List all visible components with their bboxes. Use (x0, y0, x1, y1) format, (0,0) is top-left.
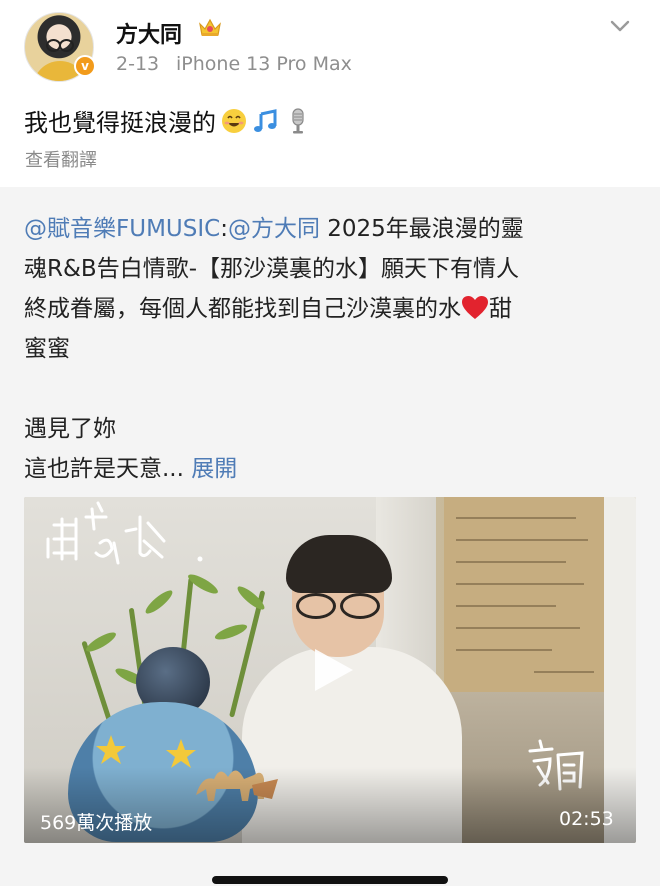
repost-text: @賦音樂FUMUSIC:@方大同 2025年最浪漫的靈 魂R&B告白情歌-【那沙… (24, 209, 636, 489)
username[interactable]: 方大同 (116, 17, 182, 49)
heart-icon (462, 296, 488, 319)
mention-author[interactable]: @方大同 (228, 216, 320, 242)
repost-line2: 魂R&B告白情歌-【那沙漠裏的水】願天下有情人 (24, 256, 519, 282)
handwriting-line (534, 671, 594, 673)
translate-link[interactable]: 查看翻譯 (25, 146, 97, 172)
video-person-glasses (296, 593, 380, 619)
home-indicator[interactable] (212, 876, 448, 884)
video-duration: 02:53 (559, 808, 614, 830)
expand-link[interactable]: 展開 (191, 456, 237, 482)
repost-line1: 2025年最浪漫的靈 (319, 216, 524, 242)
avatar-glasses (46, 39, 74, 52)
repost-line4: 蜜蜜 (24, 336, 70, 362)
repost-line6: 這也許是天意... (24, 456, 184, 482)
play-icon[interactable] (307, 645, 357, 695)
crown-icon[interactable] (197, 16, 223, 38)
mention-separator: : (220, 216, 228, 242)
video-player[interactable]: 569萬次播放 02:53 (24, 497, 636, 843)
post-time: 2-13 (116, 53, 160, 75)
post-text-body: 我也覺得挺浪漫的 (24, 109, 216, 137)
play-count: 569萬次播放 (40, 812, 153, 834)
verified-badge-icon: v (74, 55, 96, 77)
music-note-icon (254, 108, 277, 132)
handwriting-line (456, 539, 588, 541)
post-header: v 方大同 2-13 iPhone 13 Pro Max (0, 0, 660, 98)
star-icon (96, 735, 126, 764)
video-person-hair (286, 535, 392, 593)
video-handwriting-board (444, 497, 604, 692)
video-handwritten-title (46, 501, 203, 565)
handwriting-line (456, 649, 552, 651)
handwriting-line (456, 517, 576, 519)
handwriting-line (456, 583, 584, 585)
mention-fumusic[interactable]: @賦音樂FUMUSIC (24, 216, 220, 242)
post-text: 我也覺得挺浪漫的 (24, 103, 312, 138)
handwriting-line (456, 561, 566, 563)
handwriting-line (456, 627, 580, 629)
microphone-icon (292, 107, 304, 133)
smiling-face-icon (222, 108, 246, 133)
repost-line3: 終成眷屬，每個人都能找到自己沙漠裏的水 (24, 296, 461, 322)
handwriting-line (456, 605, 556, 607)
repost-line5: 遇見了妳 (24, 416, 116, 442)
repost-line3-end: 甜 (489, 296, 512, 322)
post-device: iPhone 13 Pro Max (176, 53, 352, 75)
chevron-down-icon[interactable] (609, 18, 631, 34)
repost-card[interactable]: @賦音樂FUMUSIC:@方大同 2025年最浪漫的靈 魂R&B告白情歌-【那沙… (0, 187, 660, 886)
